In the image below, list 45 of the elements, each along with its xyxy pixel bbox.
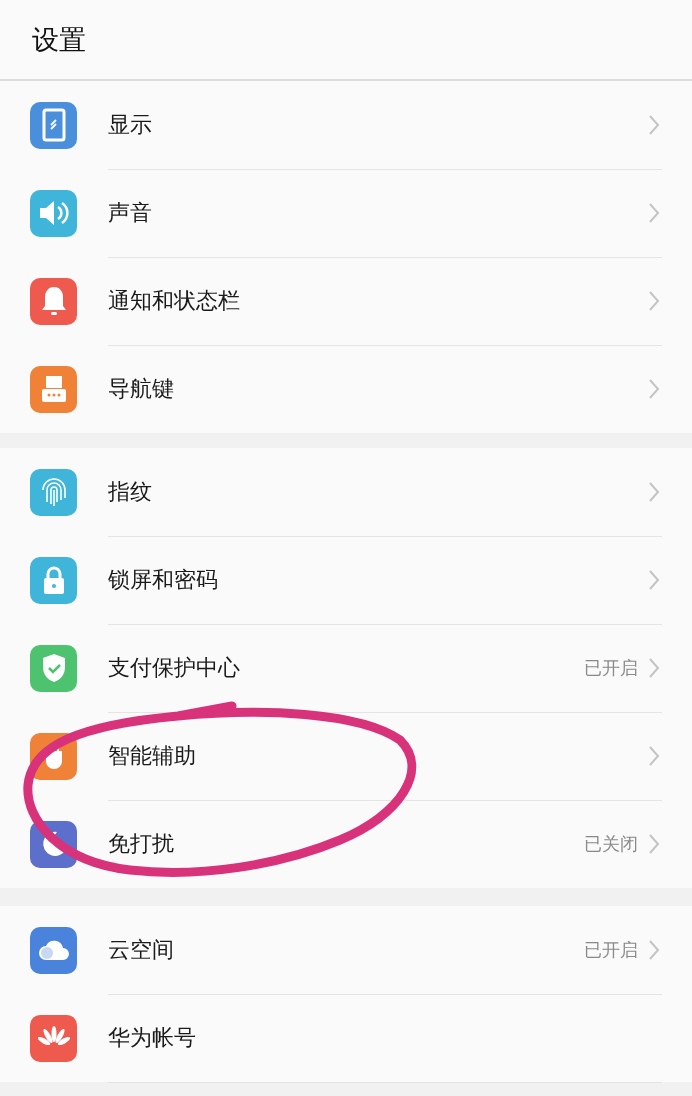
navigation-bar-icon: [30, 365, 77, 413]
item-label: 智能辅助: [108, 741, 197, 770]
item-label: 指纹: [108, 477, 153, 506]
chevron-icon: [648, 656, 660, 679]
speaker-icon: [30, 189, 77, 237]
settings-item[interactable]: 显示: [0, 81, 692, 169]
chevron-icon: [648, 833, 660, 855]
settings-item[interactable]: 通知和状态栏: [0, 257, 692, 345]
settings-item[interactable]: 导航键: [0, 345, 692, 433]
chevron-icon: [648, 744, 660, 767]
chevron-icon: [648, 201, 660, 224]
page-title: 设置: [32, 22, 86, 57]
item-status: 已开启: [584, 655, 638, 680]
chevron-icon: [648, 289, 660, 312]
settings-item[interactable]: 智能辅助: [0, 712, 692, 800]
item-label: 锁屏和密码: [108, 565, 219, 594]
item-label: 免打扰: [108, 830, 175, 858]
item-label: 导航键: [108, 375, 175, 403]
settings-item[interactable]: 支付保护中心 已开启: [0, 624, 692, 712]
settings-item[interactable]: 免打扰 已关闭: [0, 800, 692, 888]
item-label: 云空间: [108, 935, 175, 964]
item-label: 声音: [108, 198, 153, 227]
item-label: 通知和状态栏: [108, 286, 241, 315]
shield-check-icon: [30, 644, 77, 692]
settings-item[interactable]: 云空间 已开启: [0, 906, 692, 994]
settings-item[interactable]: 指纹: [0, 448, 692, 536]
chevron-icon: [648, 938, 660, 961]
settings-item[interactable]: 锁屏和密码: [0, 536, 692, 624]
padlock-icon: [30, 556, 77, 604]
item-label: 华为帐号: [108, 1023, 197, 1052]
item-status: 已开启: [584, 937, 638, 962]
chevron-icon: [648, 568, 660, 591]
fingerprint-icon: [30, 468, 77, 516]
chevron-icon: [648, 113, 660, 136]
display-icon: [30, 101, 77, 149]
petals-icon: [30, 1014, 77, 1062]
chevron-icon: [648, 378, 660, 400]
bell-icon: [30, 277, 77, 325]
item-status: 已关闭: [584, 832, 638, 856]
settings-item[interactable]: 声音: [0, 169, 692, 257]
item-label: 支付保护中心: [108, 653, 241, 682]
item-label: 显示: [108, 110, 153, 139]
settings-item[interactable]: 华为帐号: [0, 994, 692, 1082]
cloud-icon: [30, 926, 77, 974]
chevron-icon: [648, 480, 660, 503]
